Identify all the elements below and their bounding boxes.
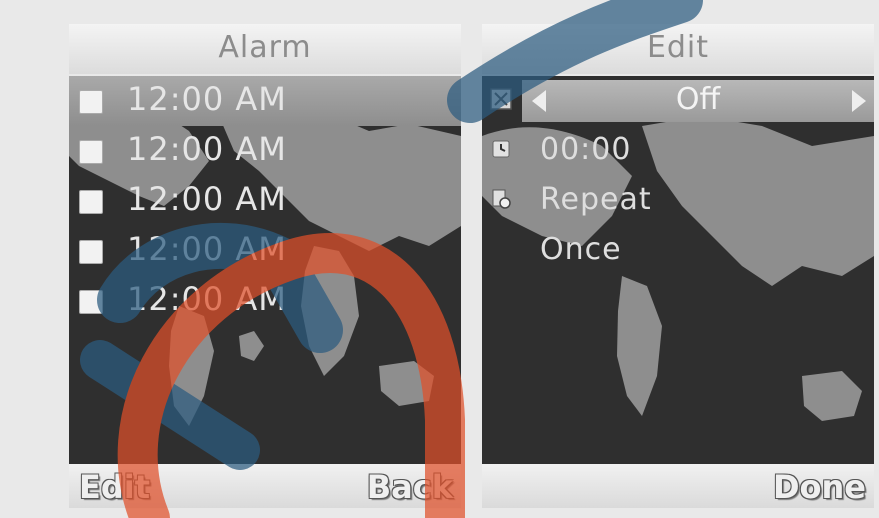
alarm-checkbox[interactable] <box>79 90 103 114</box>
alarm-title: Alarm <box>69 24 461 74</box>
status-row[interactable]: Off <box>482 76 874 126</box>
alarm-list: 12:00 AM 12:00 AM 12:00 AM 12:00 AM 12:0… <box>69 76 461 464</box>
alarm-time: 12:00 AM <box>127 280 287 318</box>
alarm-checkbox[interactable] <box>79 190 103 214</box>
back-softkey[interactable]: Back <box>367 468 453 506</box>
status-selector[interactable]: Off <box>522 80 874 122</box>
alarm-row[interactable]: 12:00 AM <box>69 126 461 176</box>
repeat-label: Repeat <box>540 182 652 217</box>
clock-icon <box>492 140 510 158</box>
edit-softkey-bar: Done <box>482 464 874 508</box>
repeat-value-row[interactable]: Once <box>482 226 874 276</box>
alarm-off-icon <box>490 88 512 110</box>
repeat-row[interactable]: Repeat <box>482 176 874 226</box>
arrow-right-icon[interactable] <box>852 90 866 112</box>
alarm-time: 12:00 AM <box>127 130 287 168</box>
alarm-row[interactable]: 12:00 AM <box>69 176 461 226</box>
alarm-checkbox[interactable] <box>79 290 103 314</box>
alarm-checkbox[interactable] <box>79 240 103 264</box>
alarm-softkey-bar: Edit Back <box>69 464 461 508</box>
alarm-time: 12:00 AM <box>127 80 287 118</box>
done-softkey[interactable]: Done <box>773 468 866 506</box>
repeat-value: Once <box>540 232 622 267</box>
edit-title: Edit <box>482 24 874 74</box>
alarm-row[interactable]: 12:00 AM <box>69 276 461 326</box>
status-value: Off <box>675 82 721 117</box>
alarm-row[interactable]: 12:00 AM <box>69 226 461 276</box>
alarm-screen: Alarm 12:00 AM 12:00 AM 12:00 AM 12:00 A… <box>69 24 461 508</box>
time-value: 00:00 <box>540 132 632 167</box>
repeat-icon <box>492 189 511 209</box>
edit-softkey[interactable]: Edit <box>79 468 150 506</box>
alarm-time: 12:00 AM <box>127 230 287 268</box>
edit-form: Off 00:00 Repeat Once <box>482 76 874 464</box>
edit-screen: Edit Off 00:00 Repeat Once Done <box>482 24 874 508</box>
alarm-checkbox[interactable] <box>79 140 103 164</box>
time-row[interactable]: 00:00 <box>482 126 874 176</box>
alarm-row[interactable]: 12:00 AM <box>69 76 461 126</box>
alarm-time: 12:00 AM <box>127 180 287 218</box>
